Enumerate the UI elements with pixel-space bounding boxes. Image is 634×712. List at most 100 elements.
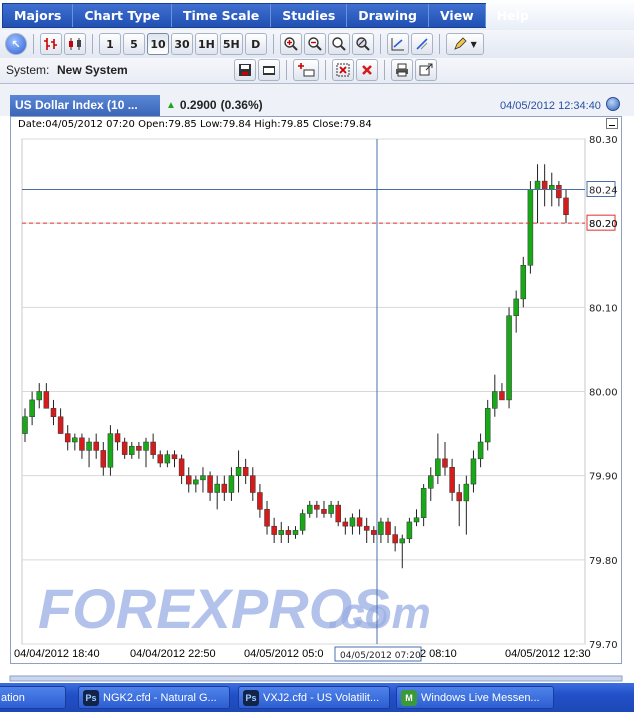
candle-body bbox=[299, 513, 306, 531]
candle-body bbox=[136, 445, 142, 451]
candle-body bbox=[463, 483, 470, 502]
taskbar-label: ation bbox=[1, 691, 25, 704]
candle-body bbox=[228, 475, 235, 493]
candles bbox=[22, 164, 569, 569]
candle-body bbox=[43, 391, 50, 409]
candle-body bbox=[129, 445, 135, 455]
candle-body bbox=[534, 180, 541, 190]
candle-body bbox=[150, 441, 156, 455]
candle-body bbox=[121, 441, 128, 455]
candle-body bbox=[36, 391, 42, 401]
candle-body bbox=[328, 504, 334, 514]
candle-body bbox=[492, 391, 498, 409]
candle-body bbox=[406, 521, 413, 540]
watermark-suffix: .com bbox=[328, 589, 431, 638]
candle-body bbox=[72, 437, 78, 443]
candle-body bbox=[22, 416, 28, 434]
candle-body bbox=[371, 530, 377, 535]
candle-body bbox=[193, 479, 199, 485]
candle-body bbox=[164, 454, 171, 464]
candle-body bbox=[335, 504, 341, 523]
app-icon: Ps bbox=[243, 689, 259, 706]
candle-body bbox=[342, 521, 349, 527]
candle-body bbox=[50, 408, 57, 418]
candle-body bbox=[278, 530, 285, 535]
y-tick-label: 79.70 bbox=[589, 640, 618, 651]
taskbar-item-messenger[interactable]: M Windows Live Messen... bbox=[396, 686, 554, 709]
candle-body bbox=[285, 530, 292, 535]
taskbar-item-ngk2[interactable]: Ps NGK2.cfd - Natural G... bbox=[78, 686, 230, 709]
candle-body bbox=[107, 433, 114, 468]
candle-body bbox=[378, 521, 384, 535]
candle-body bbox=[314, 504, 320, 510]
candle-body bbox=[264, 509, 270, 527]
y-tick-label: 79.80 bbox=[589, 556, 618, 567]
x-tick-label: 04/04/2012 18:40 bbox=[14, 648, 100, 660]
candle-body bbox=[171, 454, 178, 460]
candle-body bbox=[549, 185, 555, 190]
price-chart[interactable]: FOREXPROS .com 80.20 80.24 04/05/2012 07:2… bbox=[0, 0, 634, 683]
candle-body bbox=[271, 525, 277, 535]
watermark: FOREXPROS .com bbox=[38, 577, 431, 640]
candle-body bbox=[484, 408, 491, 443]
taskbar: ation Ps NGK2.cfd - Natural G... Ps VXJ2.c… bbox=[0, 683, 634, 712]
candle-body bbox=[242, 467, 249, 476]
candle-body bbox=[442, 458, 448, 468]
taskbar-item-vxj2[interactable]: Ps VXJ2.cfd - US Volatilit... bbox=[238, 686, 390, 709]
candle-body bbox=[349, 517, 356, 527]
candle-body bbox=[563, 197, 569, 216]
taskbar-label: VXJ2.cfd - US Volatilit... bbox=[263, 691, 380, 704]
x-tick-label: 2 08:10 bbox=[420, 648, 457, 660]
x-tick-label: 04/05/2012 05:0 bbox=[244, 648, 324, 660]
candle-body bbox=[428, 475, 434, 489]
taskbar-item-application[interactable]: ation bbox=[0, 686, 66, 709]
x-tick-label: 04/05/2012 12:30 bbox=[505, 648, 591, 660]
horizontal-scrollbar bbox=[9, 675, 623, 682]
candle-body bbox=[392, 534, 398, 544]
candle-body bbox=[527, 189, 534, 266]
candle-body bbox=[178, 458, 185, 476]
taskbar-label: NGK2.cfd - Natural G... bbox=[103, 691, 217, 704]
candle-body bbox=[385, 521, 391, 535]
candle-body bbox=[79, 437, 85, 451]
x-tick-label: 04/04/2012 22:50 bbox=[130, 648, 216, 660]
candle-body bbox=[520, 265, 527, 300]
candle-body bbox=[200, 475, 206, 481]
app-icon: Ps bbox=[83, 689, 99, 706]
candle-body bbox=[321, 509, 327, 514]
y-tick-label: 80.30 bbox=[589, 135, 618, 146]
crosshair-time-label: 04/05/2012 07:20 bbox=[340, 651, 421, 661]
candle-body bbox=[86, 441, 92, 451]
candle-body bbox=[456, 492, 462, 502]
y-tick-label: 80.20 bbox=[589, 219, 618, 230]
candle-body bbox=[93, 441, 99, 451]
candle-body bbox=[449, 467, 455, 493]
candle-body bbox=[399, 538, 406, 544]
candle-body bbox=[185, 475, 192, 485]
candle-body bbox=[29, 399, 35, 417]
candle-body bbox=[257, 492, 263, 510]
candle-body bbox=[435, 458, 441, 476]
candle-body bbox=[413, 517, 420, 523]
candle-body bbox=[477, 441, 484, 460]
y-tick-label: 79.90 bbox=[589, 472, 618, 483]
candle-body bbox=[541, 180, 548, 190]
candle-body bbox=[100, 450, 107, 468]
candle-body bbox=[114, 433, 121, 443]
messenger-icon: M bbox=[401, 689, 417, 706]
candle-body bbox=[499, 391, 505, 401]
candle-body bbox=[250, 475, 256, 493]
candle-body bbox=[470, 458, 477, 485]
crosshair-price-label: 80.24 bbox=[589, 186, 618, 197]
taskbar-label: Windows Live Messen... bbox=[421, 691, 540, 704]
candle-body bbox=[207, 475, 213, 493]
y-tick-label: 80.00 bbox=[589, 388, 618, 399]
candle-body bbox=[157, 454, 163, 464]
candle-body bbox=[57, 416, 64, 434]
candle-body bbox=[235, 467, 242, 476]
candle-body bbox=[556, 185, 562, 199]
candle-body bbox=[420, 488, 427, 518]
y-tick-label: 80.10 bbox=[589, 303, 618, 314]
candle-body bbox=[143, 441, 149, 451]
candle-body bbox=[292, 530, 299, 535]
